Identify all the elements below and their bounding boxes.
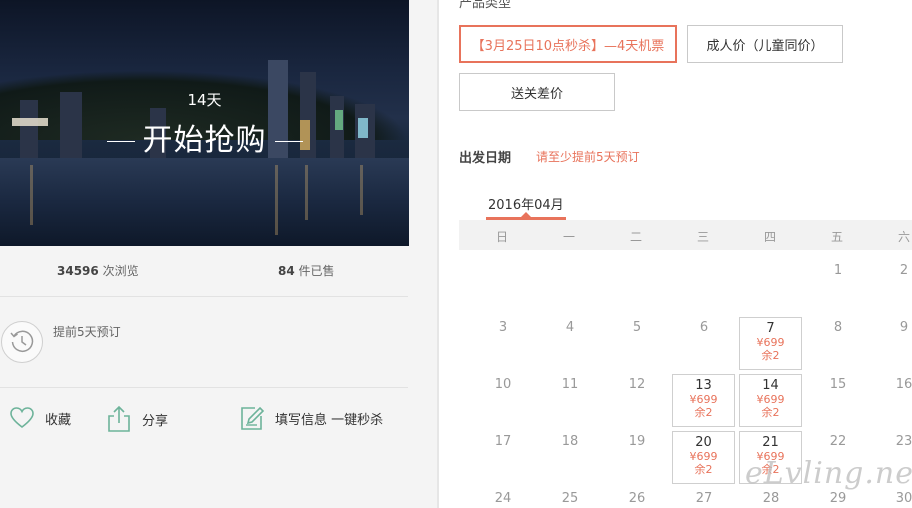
departure-hint: 请至少提前5天预订 [536, 150, 640, 164]
calendar-day-available[interactable]: 20 ¥699 余2 [672, 431, 735, 484]
caret-up-icon [521, 212, 531, 217]
light-reflection [275, 165, 278, 235]
day-number: 21 [762, 435, 779, 450]
day-remaining: 余2 [761, 406, 780, 419]
day-number: 14 [762, 378, 779, 393]
harbor-water [0, 158, 409, 246]
calendar-day: 9 [899, 320, 909, 335]
heart-icon [10, 407, 34, 429]
light-reflection [30, 165, 33, 225]
calendar-day-available[interactable]: 7 ¥699 余2 [739, 317, 802, 370]
day-remaining: 余2 [694, 406, 713, 419]
calendar-day: 12 [628, 377, 646, 392]
calendar-day: 24 [494, 491, 512, 506]
calendar-day: 2 [899, 263, 909, 278]
divider [0, 387, 408, 388]
day-number: 7 [766, 321, 775, 336]
option-port-difference[interactable]: 送关差价 [459, 73, 615, 111]
sold-count: 84 件已售 [278, 264, 335, 278]
calendar-day-available[interactable]: 13 ¥699 余2 [672, 374, 735, 427]
calendar-day: 3 [498, 320, 508, 335]
calendar-day: 29 [829, 491, 847, 506]
weekday-label: 四 [763, 230, 776, 244]
weekday-label: 二 [629, 230, 642, 244]
hero-banner[interactable]: 14天 开始抢购 [0, 0, 409, 246]
calendar-day: 17 [494, 434, 512, 449]
panel-separator [437, 0, 439, 508]
calendar-day: 22 [829, 434, 847, 449]
hero-title: 开始抢购 [0, 115, 409, 159]
option-adult-price[interactable]: 成人价（儿童同价） [687, 25, 843, 63]
divider [0, 296, 408, 297]
stats-row: 34596 次浏览 84 件已售 [0, 262, 409, 282]
edit-form-icon [241, 406, 265, 430]
hero-title-text: 开始抢购 [142, 123, 267, 158]
title-dash-right [274, 141, 303, 142]
calendar-day: 19 [628, 434, 646, 449]
calendar-day-available[interactable]: 14 ¥699 余2 [739, 374, 802, 427]
view-count: 34596 次浏览 [57, 264, 139, 278]
share-icon [108, 405, 130, 432]
day-price: ¥699 [689, 450, 718, 463]
calendar-day: 27 [695, 491, 713, 506]
share-label: 分享 [142, 413, 169, 429]
title-dash-left [106, 141, 135, 142]
favorite-label: 收藏 [45, 412, 72, 428]
day-remaining: 余2 [761, 349, 780, 362]
hero-duration: 14天 [187, 91, 222, 109]
site-watermark: eLvling.net [745, 456, 912, 491]
share-button[interactable]: 分享 [106, 405, 168, 433]
product-panel: 14天 开始抢购 34596 次浏览 84 件已售 提前5天预订 收藏 分享 填… [0, 0, 438, 508]
weekday-label: 五 [830, 230, 843, 244]
calendar-day: 4 [565, 320, 575, 335]
day-number: 13 [695, 378, 712, 393]
weekday-label: 六 [897, 230, 910, 244]
weekday-label: 一 [562, 230, 575, 244]
calendar-day: 18 [561, 434, 579, 449]
calendar-day: 11 [561, 377, 579, 392]
calendar-day: 23 [895, 434, 912, 449]
calendar-day: 1 [833, 263, 843, 278]
calendar-day: 8 [833, 320, 843, 335]
departure-title: 出发日期 [459, 151, 512, 166]
option-flash-sale[interactable]: 【3月25日10点秒杀】—4天机票 [459, 25, 677, 63]
day-price: ¥699 [756, 393, 785, 406]
calendar-day: 26 [628, 491, 646, 506]
quick-buy-label: 填写信息 一键秒杀 [275, 412, 384, 428]
light-reflection [305, 165, 308, 220]
product-type-title: 产品类型 [459, 0, 512, 11]
calendar-day: 28 [762, 491, 780, 506]
advance-booking-note: 提前5天预订 [53, 325, 121, 339]
calendar-day: 6 [699, 320, 709, 335]
calendar-day: 15 [829, 377, 847, 392]
day-price: ¥699 [689, 393, 718, 406]
clock-history-icon [1, 321, 43, 363]
day-price: ¥699 [756, 336, 785, 349]
calendar-day: 30 [895, 491, 912, 506]
favorite-button[interactable]: 收藏 [9, 405, 71, 431]
weekday-label: 日 [495, 230, 508, 244]
calendar-day: 5 [632, 320, 642, 335]
calendar-day: 10 [494, 377, 512, 392]
weekday-label: 三 [696, 230, 709, 244]
quick-buy-button[interactable]: 填写信息 一键秒杀 [239, 405, 383, 431]
calendar-day: 16 [895, 377, 912, 392]
light-reflection [360, 165, 363, 215]
calendar-day: 25 [561, 491, 579, 506]
day-number: 20 [695, 435, 712, 450]
month-tab[interactable]: 2016年04月 [488, 194, 564, 213]
day-remaining: 余2 [694, 463, 713, 476]
